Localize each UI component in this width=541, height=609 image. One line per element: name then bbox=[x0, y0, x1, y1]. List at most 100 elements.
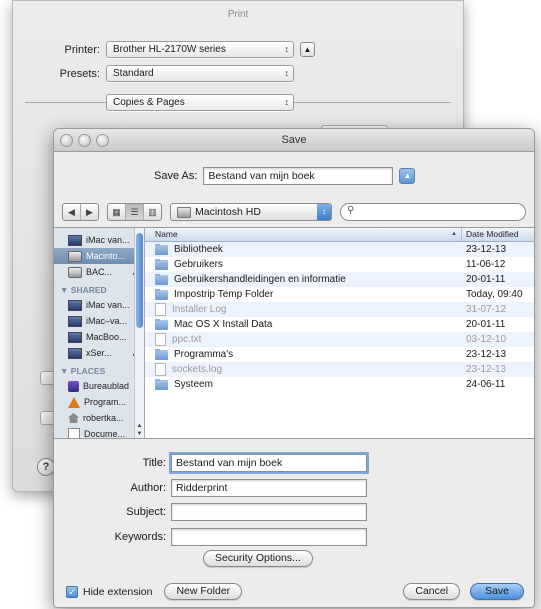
date-column-header[interactable]: Date Modified bbox=[461, 228, 534, 241]
keywords-field[interactable] bbox=[171, 528, 367, 546]
keywords-label: Keywords: bbox=[114, 531, 166, 543]
file-name-cell: Bibliotheek bbox=[145, 244, 462, 255]
document-icon bbox=[155, 363, 166, 376]
icon-view-icon[interactable]: ▦ bbox=[108, 204, 126, 220]
forward-arrow-icon[interactable]: ▶ bbox=[81, 204, 98, 220]
security-options-button[interactable]: Security Options... bbox=[203, 550, 313, 567]
display-icon bbox=[68, 331, 82, 343]
sidebar-item-shared[interactable]: MacBoo... bbox=[54, 329, 144, 345]
document-icon bbox=[155, 333, 166, 346]
printer-label: Printer: bbox=[64, 43, 100, 56]
presets-label: Presets: bbox=[59, 67, 100, 80]
file-row[interactable]: Mac OS X Install Data 20-01-11 bbox=[145, 317, 534, 332]
new-folder-button[interactable]: New Folder bbox=[164, 583, 243, 600]
view-mode-buttons: ▦ ☰ ▥ bbox=[107, 203, 162, 221]
folder-icon bbox=[155, 274, 168, 285]
file-row[interactable]: Bibliotheek 23-12-13 bbox=[145, 242, 534, 257]
location-popup[interactable]: Macintosh HD ↕ bbox=[170, 203, 332, 221]
sidebar-item-device[interactable]: BAC... ⏏ bbox=[54, 264, 144, 280]
file-date: 23-12-13 bbox=[466, 364, 507, 375]
sidebar-item-device[interactable]: iMac van... bbox=[54, 232, 144, 248]
documents-icon bbox=[68, 427, 80, 438]
file-row[interactable]: ppc.txt 03-12-10 bbox=[145, 332, 534, 347]
collapse-browser-icon[interactable]: ▲ bbox=[399, 168, 416, 184]
file-row[interactable]: Programma's 23-12-13 bbox=[145, 347, 534, 362]
name-column-header[interactable]: Name bbox=[145, 228, 461, 241]
sidebar-item-label: iMac van... bbox=[86, 300, 130, 310]
title-row: Title: Bestand van mijn boek bbox=[101, 454, 367, 472]
search-field[interactable]: ⚲ bbox=[340, 203, 526, 221]
section-row: Copies & Pages bbox=[106, 94, 294, 111]
column-view-icon[interactable]: ▥ bbox=[144, 204, 161, 220]
close-window-icon[interactable] bbox=[60, 134, 73, 147]
file-name: Impostrip Temp Folder bbox=[174, 289, 274, 300]
file-row[interactable]: Installer Log 31-07-12 bbox=[145, 302, 534, 317]
save-titlebar: Save bbox=[54, 129, 534, 152]
list-view-icon[interactable]: ☰ bbox=[126, 204, 144, 220]
zoom-window-icon[interactable] bbox=[96, 134, 109, 147]
sidebar-item-shared[interactable]: xSer... ⏏ bbox=[54, 345, 144, 361]
window-controls bbox=[60, 134, 109, 147]
file-row[interactable]: Impostrip Temp Folder Today, 09:40 bbox=[145, 287, 534, 302]
sidebar-scroll-thumb[interactable] bbox=[136, 233, 143, 328]
sidebar-item-label: Docume... bbox=[84, 429, 126, 438]
sidebar-item-place[interactable]: Docume... bbox=[54, 426, 144, 438]
file-list-header: Name Date Modified bbox=[145, 228, 534, 242]
display-icon bbox=[68, 234, 82, 246]
sidebar-item-place[interactable]: Program... bbox=[54, 394, 144, 410]
title-label: Title: bbox=[142, 457, 166, 469]
sidebar-scrollbar[interactable]: ▲ ▼ bbox=[134, 228, 144, 438]
security-row: Security Options... bbox=[203, 550, 313, 567]
minimize-window-icon[interactable] bbox=[78, 134, 91, 147]
cancel-button[interactable]: Cancel bbox=[403, 583, 461, 600]
sidebar-section-places[interactable]: ▼ PLACES bbox=[54, 364, 144, 378]
folder-icon bbox=[155, 349, 168, 360]
file-date: 31-07-12 bbox=[466, 304, 507, 315]
sidebar-item-shared[interactable]: iMac van... bbox=[54, 297, 144, 313]
sidebar-item-device-selected[interactable]: Macinto... bbox=[54, 248, 144, 264]
back-arrow-icon[interactable]: ◀ bbox=[63, 204, 81, 220]
sidebar-item-label: Bureaublad bbox=[83, 381, 130, 391]
file-rows: Bibliotheek 23-12-13 Gebruikers 11-06-12 Geb… bbox=[145, 242, 534, 392]
save-as-field[interactable]: Bestand van mijn boek bbox=[203, 167, 394, 185]
subject-label: Subject: bbox=[126, 506, 166, 518]
save-button[interactable]: Save bbox=[470, 583, 524, 600]
sidebar-item-label: robertka... bbox=[83, 413, 124, 423]
subject-row: Subject: bbox=[101, 503, 367, 521]
file-row[interactable]: Systeem 24-06-11 bbox=[145, 377, 534, 392]
scroll-arrows-icon[interactable]: ▲ ▼ bbox=[135, 422, 144, 438]
browser-toolbar: ◀ ▶ ▦ ☰ ▥ Macintosh HD ↕ ⚲ bbox=[62, 203, 526, 221]
keywords-row: Keywords: bbox=[101, 528, 367, 546]
display-icon bbox=[68, 347, 82, 359]
applications-icon bbox=[68, 396, 80, 408]
file-row[interactable]: Gebruikershandleidingen en informatie 20-… bbox=[145, 272, 534, 287]
save-as-row: Save As: Bestand van mijn boek ▲ bbox=[154, 167, 416, 185]
disclosure-up-icon[interactable]: ▲ bbox=[300, 42, 315, 57]
sidebar-item-place[interactable]: Bureaublad bbox=[54, 378, 144, 394]
folder-icon bbox=[155, 379, 168, 390]
sidebar-item-shared[interactable]: iMac–va... bbox=[54, 313, 144, 329]
printer-popup[interactable]: Brother HL-2170W series bbox=[106, 41, 294, 58]
display-icon bbox=[68, 315, 82, 327]
hide-extension-checkbox[interactable]: ✓ bbox=[66, 585, 78, 598]
file-browser: iMac van... Macinto... BAC... ⏏ ▼ SHARED… bbox=[54, 227, 534, 439]
file-row[interactable]: sockets.log 23-12-13 bbox=[145, 362, 534, 377]
author-field[interactable]: Ridderprint bbox=[171, 479, 367, 497]
file-date: 23-12-13 bbox=[466, 349, 507, 360]
presets-popup[interactable]: Standard bbox=[106, 65, 294, 82]
file-list: Name Date Modified Bibliotheek 23-12-13 Ge… bbox=[145, 228, 534, 438]
sidebar-item-label: Macinto... bbox=[86, 251, 126, 261]
file-name: Bibliotheek bbox=[174, 244, 223, 255]
save-dialog: Save Save As: Bestand van mijn boek ▲ ◀ … bbox=[53, 128, 535, 608]
sidebar-section-shared[interactable]: ▼ SHARED bbox=[54, 283, 144, 297]
sidebar: iMac van... Macinto... BAC... ⏏ ▼ SHARED… bbox=[54, 228, 145, 438]
file-row[interactable]: Gebruikers 11-06-12 bbox=[145, 257, 534, 272]
subject-field[interactable] bbox=[171, 503, 367, 521]
sidebar-item-place[interactable]: robertka... bbox=[54, 410, 144, 426]
file-date: 11-06-12 bbox=[466, 259, 506, 270]
location-label: Macintosh HD bbox=[195, 206, 261, 218]
file-date: 24-06-11 bbox=[466, 379, 506, 390]
file-name: Gebruikershandleidingen en informatie bbox=[174, 274, 346, 285]
section-popup[interactable]: Copies & Pages bbox=[106, 94, 294, 111]
title-field[interactable]: Bestand van mijn boek bbox=[171, 454, 367, 472]
